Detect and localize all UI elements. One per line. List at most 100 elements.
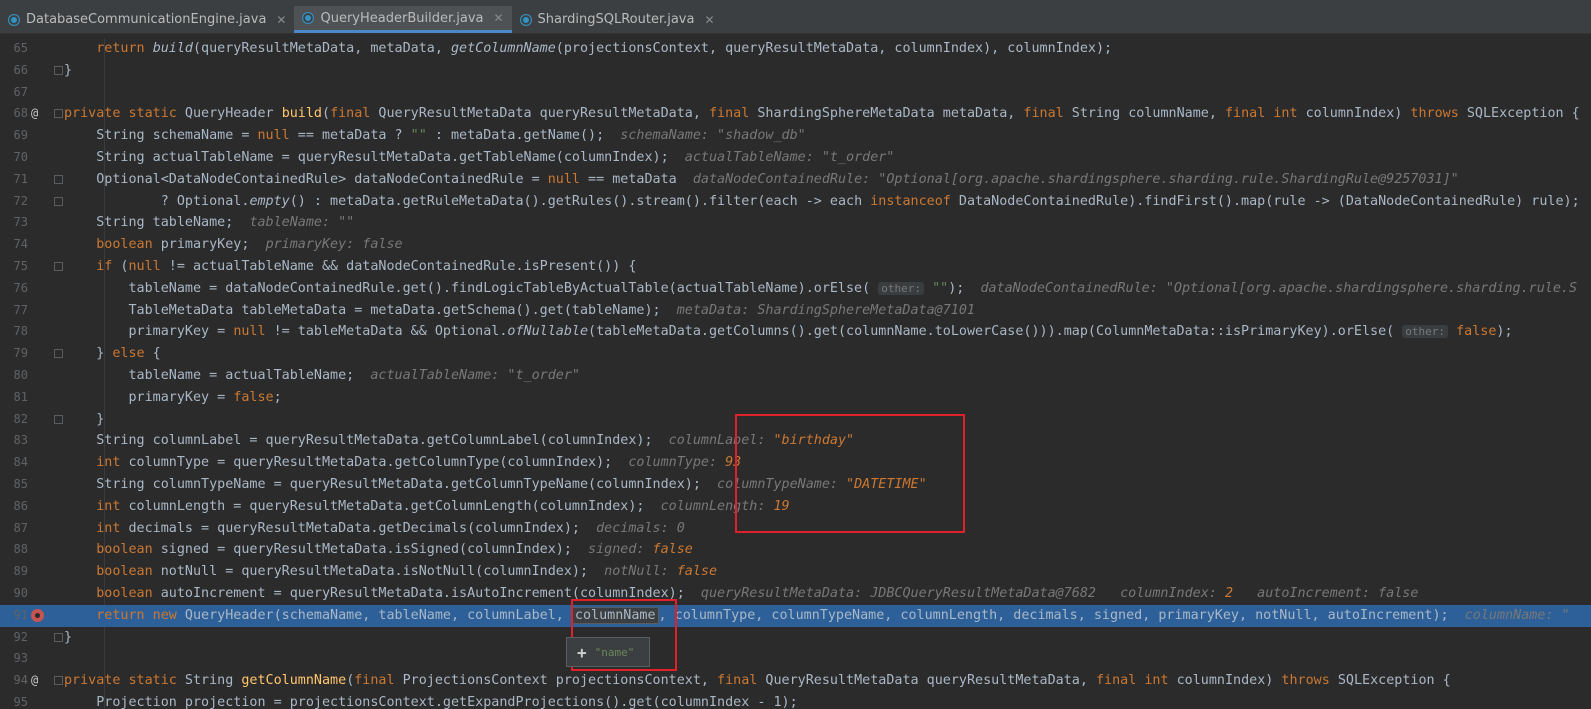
line-number: 91: [13, 607, 28, 622]
code-text: } else {: [64, 346, 161, 362]
code-text: Projection projection = projectionsConte…: [64, 695, 798, 709]
tab-label: QueryHeaderBuilder.java: [320, 10, 484, 26]
line-number: 76: [13, 280, 28, 295]
debug-values-highlight-box: [735, 414, 965, 533]
code-line[interactable]: 73 String tableName; tableName: "": [0, 212, 1591, 234]
line-number: 73: [13, 215, 28, 230]
override-marker-icon[interactable]: @: [31, 103, 38, 125]
code-line[interactable]: 75 if (null != actualTableName && dataNo…: [0, 256, 1591, 278]
tab-label: DatabaseCommunicationEngine.java: [26, 12, 267, 27]
code-text: Optional<DataNodeContainedRule> dataNode…: [64, 171, 1459, 187]
code-line[interactable]: 74 boolean primaryKey; primaryKey: false: [0, 234, 1591, 256]
code-line[interactable]: 69 String schemaName = null == metaData …: [0, 125, 1591, 147]
line-number: 81: [13, 389, 28, 404]
line-number: 79: [13, 346, 28, 361]
fold-marker-icon[interactable]: [54, 262, 63, 271]
fold-marker-icon[interactable]: [54, 349, 63, 359]
breakpoint-icon[interactable]: [31, 608, 44, 622]
code-line[interactable]: 71 Optional<DataNodeContainedRule> dataN…: [0, 169, 1591, 191]
code-text: int columnType = queryResultMetaData.get…: [96, 455, 742, 471]
code-line[interactable]: 77 TableMetaData tableMetaData = metaDat…: [0, 300, 1591, 322]
code-text: return new QueryHeader(schemaName, table…: [96, 606, 1570, 624]
code-text: String schemaName = null == metaData ? "…: [64, 128, 806, 144]
line-number: 86: [13, 498, 28, 513]
line-number: 88: [13, 542, 28, 557]
close-icon[interactable]: ✕: [493, 11, 503, 25]
close-icon[interactable]: ✕: [704, 13, 714, 27]
expand-plus-icon[interactable]: +: [577, 643, 587, 662]
line-number: 72: [13, 193, 28, 208]
code-line[interactable]: 67: [0, 82, 1591, 104]
line-number: 94: [13, 673, 28, 688]
code-line[interactable]: 88 boolean signed = queryResultMetaData.…: [0, 539, 1591, 561]
tab-1[interactable]: QueryHeaderBuilder.java ✕: [294, 6, 512, 33]
line-number: 80: [13, 368, 28, 382]
line-number: 68: [13, 106, 28, 121]
code-text: int decimals = queryResultMetaData.getDe…: [96, 520, 685, 536]
code-line[interactable]: 79 } else {: [0, 343, 1591, 365]
code-text: primaryKey = false;: [64, 389, 282, 405]
code-line[interactable]: 94 @ private static String getColumnName(f…: [0, 670, 1591, 692]
fold-marker-icon[interactable]: [54, 676, 63, 686]
code-line[interactable]: 70 String actualTableName = queryResultM…: [0, 147, 1591, 169]
code-line[interactable]: 65 return build(queryResultMetaData, met…: [0, 38, 1591, 60]
line-number: 90: [13, 586, 28, 600]
code-line[interactable]: 90 boolean autoIncrement = queryResultMe…: [0, 583, 1591, 605]
code-text: }: [64, 62, 73, 78]
editor-tab-bar: DatabaseCommunicationEngine.java ✕ QueryHe…: [0, 6, 1591, 34]
code-text: }: [64, 629, 73, 645]
fold-marker-icon[interactable]: [54, 109, 63, 119]
close-icon[interactable]: ✕: [276, 13, 286, 27]
code-line[interactable]: 95 Projection projection = projectionsCo…: [0, 692, 1591, 709]
code-text: return build(queryResultMetaData, metaDa…: [96, 41, 1113, 56]
current-execution-line[interactable]: 91 return new QueryHeader(schemaName, ta…: [0, 604, 1591, 627]
line-number: 83: [13, 433, 28, 448]
code-text: }: [64, 411, 105, 427]
fold-marker-icon[interactable]: [54, 65, 63, 75]
line-number: 84: [13, 455, 28, 470]
code-text: int columnLength = queryResultMetaData.g…: [96, 498, 790, 514]
fold-marker-icon[interactable]: [54, 174, 63, 184]
tab-2[interactable]: ShardingSQLRouter.java ✕: [512, 6, 723, 33]
line-number: 95: [13, 695, 28, 709]
code-line[interactable]: 68 @ private static QueryHeader build(fina…: [0, 103, 1591, 125]
line-number: 74: [13, 237, 28, 252]
fold-marker-icon[interactable]: [54, 632, 63, 642]
line-number: 75: [13, 259, 28, 273]
override-marker-icon[interactable]: @: [31, 670, 38, 692]
code-line[interactable]: 93: [0, 648, 1591, 670]
tooltip-value: "name": [594, 645, 635, 659]
code-text: String tableName; tableName: "": [64, 215, 355, 231]
value-tooltip-popup[interactable]: + "name": [566, 637, 650, 667]
code-text: private static QueryHeader build(final Q…: [64, 106, 1580, 122]
tab-0[interactable]: DatabaseCommunicationEngine.java ✕: [0, 6, 294, 33]
line-number: 89: [13, 564, 28, 579]
code-line[interactable]: 80 tableName = actualTableName; actualTa…: [0, 365, 1591, 387]
code-text: boolean signed = queryResultMetaData.isS…: [96, 542, 693, 558]
code-text: boolean primaryKey; primaryKey: false: [96, 237, 403, 253]
fold-marker-icon[interactable]: [54, 196, 63, 206]
code-line[interactable]: 92}: [0, 627, 1591, 649]
code-text: tableName = dataNodeContainedRule.get().…: [64, 280, 1578, 296]
code-text: boolean notNull = queryResultMetaData.is…: [96, 564, 718, 580]
code-line[interactable]: 76 tableName = dataNodeContainedRule.get…: [0, 278, 1591, 300]
code-line[interactable]: 66}: [0, 60, 1591, 82]
code-editor[interactable]: 65 return build(queryResultMetaData, met…: [0, 38, 1591, 709]
fold-marker-icon[interactable]: [54, 414, 63, 424]
code-line[interactable]: 72 ? Optional.empty() : metaData.getRule…: [0, 191, 1591, 213]
code-line[interactable]: 89 boolean notNull = queryResultMetaData…: [0, 561, 1591, 583]
line-number: 77: [13, 302, 28, 317]
code-text: boolean autoIncrement = queryResultMetaD…: [96, 586, 1419, 601]
line-number: 71: [13, 171, 28, 186]
code-text: primaryKey = null != tableMetaData && Op…: [64, 324, 1513, 340]
line-number: 93: [13, 651, 28, 666]
java-class-icon: [8, 13, 20, 26]
line-number: 70: [13, 150, 28, 164]
line-number: 67: [13, 84, 28, 99]
line-number: 85: [13, 477, 28, 491]
java-class-icon: [519, 13, 532, 26]
code-text: String actualTableName = queryResultMeta…: [64, 150, 895, 165]
code-line[interactable]: 78 primaryKey = null != tableMetaData &&…: [0, 321, 1591, 343]
code-text: if (null != actualTableName && dataNodeC…: [96, 259, 637, 274]
code-line[interactable]: 81 primaryKey = false;: [0, 387, 1591, 409]
